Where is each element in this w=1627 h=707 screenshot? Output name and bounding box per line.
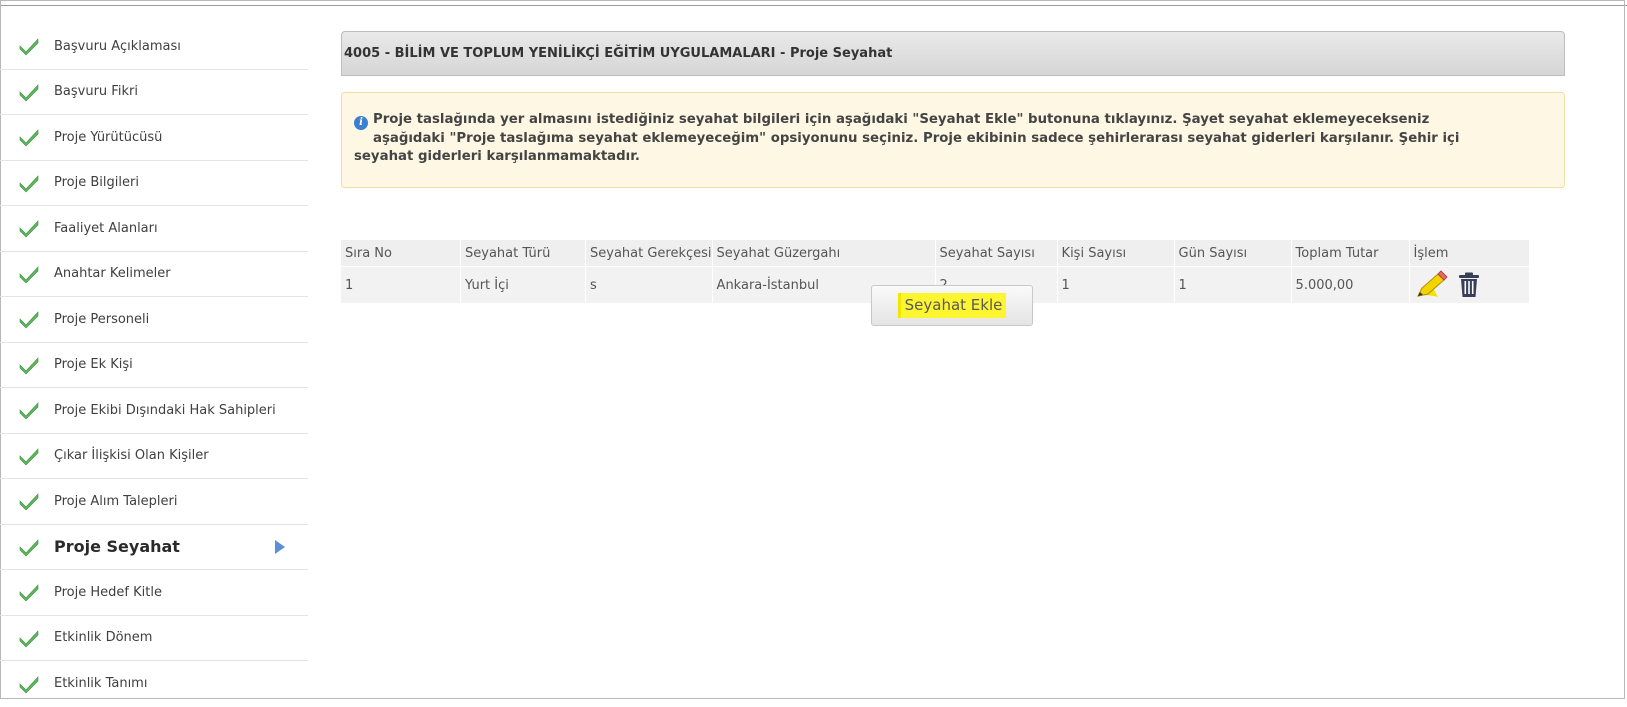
column-header: Sıra No	[341, 240, 461, 267]
sidebar-item-label: Etkinlik Dönem	[54, 630, 153, 646]
sidebar-item-label: Proje Personeli	[54, 311, 150, 327]
checkmark-icon	[19, 38, 39, 56]
sidebar-item-etkinlik-tanimi[interactable]: Etkinlik Tanımı	[0, 661, 308, 707]
trash-icon[interactable]	[1458, 272, 1480, 298]
sidebar-item-label: Proje Alım Talepleri	[54, 493, 178, 509]
cell-seyahat-gerekcesi: s	[585, 266, 713, 303]
active-arrow-icon	[275, 539, 285, 554]
sidebar-item-label: Proje Bilgileri	[54, 175, 139, 191]
sidebar-item-alim-talepleri[interactable]: Proje Alım Talepleri	[0, 479, 308, 525]
column-header: Seyahat Gerekçesi	[585, 240, 713, 267]
info-icon: i	[354, 116, 368, 130]
sidebar-item-cikar-iliskisi[interactable]: Çıkar İlişkisi Olan Kişiler	[0, 434, 308, 479]
sidebar-item-proje-yurutucusu[interactable]: Proje Yürütücüsü	[0, 115, 308, 161]
cell-kisi-sayisi: 1	[1056, 266, 1175, 303]
info-line-1: i Proje taslağında yer almasını istediğin…	[354, 111, 1554, 130]
checkmark-icon	[19, 356, 39, 375]
column-header: Kişi Sayısı	[1056, 240, 1175, 267]
sidebar-item-proje-personeli[interactable]: Proje Personeli	[0, 297, 308, 343]
checkmark-icon	[19, 584, 39, 602]
cell-sira-no: 1	[341, 266, 461, 303]
edit-pencil-icon[interactable]	[1414, 270, 1450, 300]
column-header: İşlem	[1408, 240, 1529, 267]
cell-toplam-tutar: 5.000,00	[1290, 266, 1410, 303]
checkmark-icon	[19, 129, 39, 147]
page-title-bar: 4005 - BİLİM VE TOPLUM YENİLİKÇİ EĞİTİM …	[341, 31, 1565, 76]
info-message: i Proje taslağında yer almasını istediğin…	[341, 92, 1565, 188]
sidebar-item-etkinlik-donem[interactable]: Etkinlik Dönem	[0, 616, 308, 661]
sidebar-item-proje-seyahat[interactable]: Proje Seyahat	[0, 525, 308, 570]
page-title: 4005 - BİLİM VE TOPLUM YENİLİKÇİ EĞİTİM …	[344, 46, 893, 61]
info-text-3: seyahat giderleri karşılanmamaktadır.	[354, 149, 640, 164]
sidebar-item-faaliyet-alanlari[interactable]: Faaliyet Alanları	[0, 206, 308, 252]
column-header: Seyahat Türü	[460, 240, 586, 267]
column-header: Seyahat Sayısı	[934, 240, 1058, 267]
checkmark-icon	[19, 83, 39, 102]
sidebar-item-label: Anahtar Kelimeler	[54, 266, 171, 282]
sidebar-item-basvuru-aciklamasi[interactable]: Başvuru Açıklaması	[0, 24, 308, 70]
checkmark-icon	[19, 675, 39, 694]
sidebar-item-label: Proje Ekibi Dışındaki Hak Sahipleri	[54, 402, 276, 418]
checkmark-icon	[19, 402, 39, 420]
checkmark-icon	[19, 311, 39, 329]
sidebar-item-label: Çıkar İlişkisi Olan Kişiler	[54, 448, 209, 464]
sidebar-item-hak-sahipleri[interactable]: Proje Ekibi Dışındaki Hak Sahipleri	[0, 388, 308, 434]
checkmark-icon	[19, 493, 39, 511]
checkmark-icon	[19, 447, 39, 466]
sidebar-item-label: Proje Ek Kişi	[54, 357, 133, 373]
checkmark-icon	[19, 629, 39, 648]
sidebar-item-proje-ek-kisi[interactable]: Proje Ek Kişi	[0, 343, 308, 388]
sidebar-item-anahtar-kelimeler[interactable]: Anahtar Kelimeler	[0, 252, 308, 297]
checkmark-icon	[19, 220, 39, 238]
sidebar-item-label: Başvuru Açıklaması	[54, 38, 181, 54]
column-header: Toplam Tutar	[1290, 240, 1410, 267]
sidebar-item-label: Proje Yürütücüsü	[54, 129, 163, 145]
sidebar-item-hedef-kitle[interactable]: Proje Hedef Kitle	[0, 570, 308, 616]
sidebar-item-label: Proje Hedef Kitle	[54, 584, 162, 600]
table-header-row: Sıra No Seyahat Türü Seyahat Gerekçesi S…	[341, 240, 1529, 267]
checkmark-icon	[19, 265, 39, 284]
cell-seyahat-turu: Yurt İçi	[460, 266, 586, 303]
checkmark-icon	[19, 538, 39, 557]
column-header: Seyahat Güzergahı	[711, 240, 936, 267]
row-actions	[1414, 270, 1529, 300]
checkmark-icon	[19, 174, 39, 193]
sidebar-item-label: Proje Seyahat	[54, 537, 180, 557]
sidebar-item-label: Başvuru Fikri	[54, 84, 138, 100]
cell-islem	[1408, 266, 1529, 303]
sidebar-nav: Başvuru Açıklaması Başvuru Fikri Proje Y…	[0, 24, 308, 707]
cell-gun-sayisi: 1	[1173, 266, 1292, 303]
add-travel-button-label: Seyahat Ekle	[897, 293, 1007, 318]
sidebar-item-basvuru-fikri[interactable]: Başvuru Fikri	[0, 70, 308, 115]
sidebar-item-label: Etkinlik Tanımı	[54, 676, 148, 692]
column-header: Gün Sayısı	[1173, 240, 1292, 267]
add-travel-button[interactable]: Seyahat Ekle	[871, 285, 1033, 326]
sidebar-item-label: Faaliyet Alanları	[54, 220, 158, 236]
info-text-1: Proje taslağında yer almasını istediğini…	[373, 112, 1430, 127]
info-text-2: aşağıdaki "Proje taslağıma seyahat eklem…	[373, 131, 1460, 146]
sidebar-item-proje-bilgileri[interactable]: Proje Bilgileri	[0, 161, 308, 206]
